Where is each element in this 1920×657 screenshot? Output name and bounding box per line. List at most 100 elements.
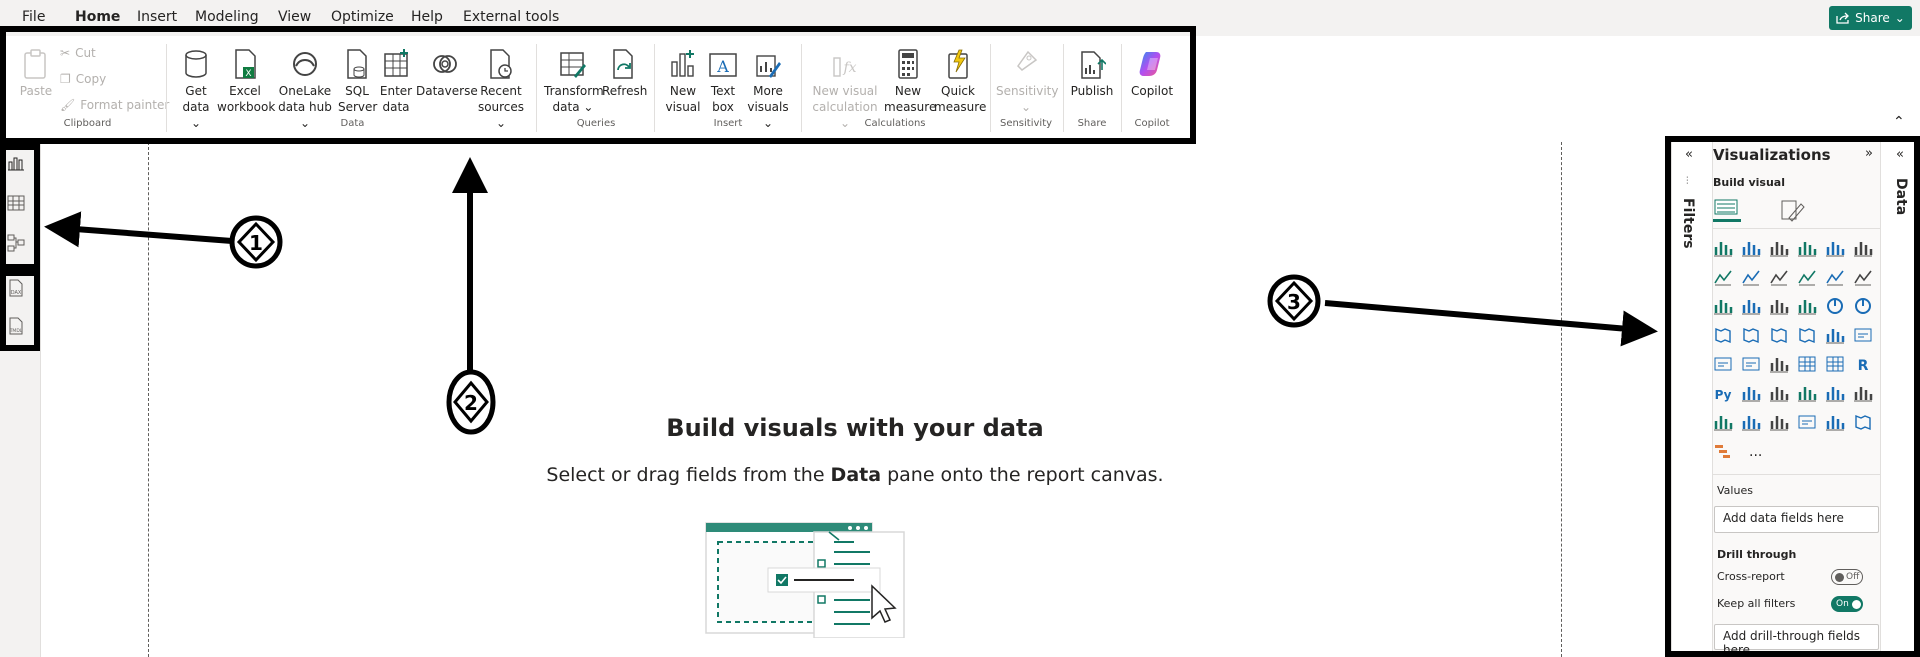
data-label[interactable]: Data <box>1893 178 1909 215</box>
stacked-area-chart-icon[interactable] <box>1769 267 1789 287</box>
line-chart-icon[interactable] <box>1713 267 1733 287</box>
waterfall-chart-icon[interactable] <box>1741 296 1761 316</box>
python-visual-icon[interactable]: Py <box>1713 383 1733 403</box>
gantt-chart-icon[interactable] <box>1713 441 1733 461</box>
decomposition-tree-icon[interactable] <box>1769 383 1789 403</box>
treemap-icon[interactable] <box>1713 325 1733 345</box>
data-pane[interactable]: « Data <box>1880 138 1920 657</box>
collapse-ribbon-icon[interactable]: ⌃ <box>1893 114 1905 130</box>
more-visuals-ellipsis[interactable]: ... <box>1749 444 1762 460</box>
multi-row-card-icon[interactable] <box>1713 354 1733 374</box>
dataverse-button[interactable]: Dataverse <box>416 48 478 99</box>
azure-map-icon[interactable] <box>1797 325 1817 345</box>
build-visual-tab-icon[interactable] <box>1713 198 1741 222</box>
paste-button[interactable]: Paste <box>18 48 54 99</box>
quick-measure-button[interactable]: Quick measure <box>934 48 986 115</box>
paginated-report-icon[interactable] <box>1713 412 1733 432</box>
kpi-icon[interactable] <box>1741 354 1761 374</box>
toggle-knob <box>1835 572 1844 582</box>
table-view-icon[interactable] <box>7 195 25 211</box>
r-visual-icon[interactable]: R <box>1853 354 1873 374</box>
gauge-icon[interactable] <box>1825 325 1845 345</box>
key-influencers-icon[interactable] <box>1741 383 1761 403</box>
100-stacked-bar-chart-icon[interactable] <box>1825 238 1845 258</box>
canvas-left-boundary <box>148 142 149 657</box>
publish-button[interactable]: Publish <box>1069 48 1115 99</box>
map-icon[interactable] <box>1741 325 1761 345</box>
smart-narrative-icon[interactable] <box>1825 383 1845 403</box>
collapse-filters-icon[interactable]: « <box>1685 147 1693 162</box>
new-measure-button[interactable]: New measure <box>884 48 936 115</box>
funnel-chart-icon[interactable] <box>1769 296 1789 316</box>
get-data-button[interactable]: Get data ⌄ <box>176 48 216 131</box>
ribbon-separator <box>990 44 991 132</box>
stacked-column-chart-icon[interactable] <box>1741 238 1761 258</box>
menu-modeling[interactable]: Modeling <box>195 9 259 25</box>
card-new-icon[interactable] <box>1797 412 1817 432</box>
format-painter-button[interactable]: 🖌 Format painter <box>60 98 169 112</box>
publish-icon <box>1081 51 1106 79</box>
copilot-button[interactable]: Copilot <box>1127 48 1177 99</box>
report-view-icon[interactable] <box>7 155 25 171</box>
power-automate-icon[interactable] <box>1769 412 1789 432</box>
recent-sources-button[interactable]: Recent sources ⌄ <box>474 48 528 131</box>
slicer-icon[interactable] <box>1769 354 1789 374</box>
excel-label-1: Excel <box>229 84 261 98</box>
menu-optimize[interactable]: Optimize <box>331 9 394 25</box>
drill-through-field-well[interactable]: Add drill-through fields here <box>1714 624 1879 657</box>
keep-all-filters-toggle[interactable]: On <box>1831 596 1863 612</box>
menu-file[interactable]: File <box>22 9 45 25</box>
transform-data-button[interactable]: Transform data ⌄ <box>544 48 604 115</box>
area-chart-icon[interactable] <box>1741 267 1761 287</box>
copy-button[interactable]: ❐ Copy <box>60 72 106 86</box>
metrics-icon[interactable] <box>1853 383 1873 403</box>
menu-home[interactable]: Home <box>75 9 121 32</box>
group-label-insert: Insert <box>713 118 743 129</box>
power-apps-icon[interactable] <box>1741 412 1761 432</box>
menu-help[interactable]: Help <box>411 9 443 25</box>
cross-report-toggle[interactable]: Off <box>1831 569 1863 585</box>
share-label: Share <box>1855 11 1890 25</box>
values-field-well[interactable]: Add data fields here <box>1714 506 1879 533</box>
100-stacked-area-chart-icon[interactable] <box>1797 267 1817 287</box>
scatter-chart-icon[interactable] <box>1797 296 1817 316</box>
expand-data-icon[interactable]: « <box>1896 147 1904 162</box>
pie-chart-icon[interactable] <box>1825 296 1845 316</box>
button-slicer-icon[interactable] <box>1825 412 1845 432</box>
arcgis-map-icon[interactable] <box>1853 412 1873 432</box>
new-visual-button[interactable]: New visual <box>663 48 703 115</box>
line-and-clustered-column-icon[interactable] <box>1853 267 1873 287</box>
expand-visualizations-icon[interactable]: » <box>1865 146 1873 161</box>
table-icon[interactable] <box>1797 354 1817 374</box>
format-visual-tab-icon[interactable] <box>1779 198 1805 222</box>
card-icon[interactable] <box>1853 325 1873 345</box>
tmdl-icon[interactable]: TMDL <box>6 316 26 336</box>
sql-server-button[interactable]: SQL Server <box>338 48 377 115</box>
model-view-icon[interactable] <box>7 234 25 252</box>
qa-icon[interactable] <box>1797 383 1817 403</box>
excel-workbook-button[interactable]: X Excel workbook <box>217 48 275 115</box>
filled-map-icon[interactable] <box>1769 325 1789 345</box>
stacked-bar-chart-icon[interactable] <box>1713 238 1733 258</box>
sensitivity-button[interactable]: Sensitivity ⌄ <box>996 48 1058 115</box>
matrix-icon[interactable] <box>1825 354 1845 374</box>
menu-external-tools[interactable]: External tools <box>463 9 559 25</box>
ribbon-chart-icon[interactable] <box>1713 296 1733 316</box>
filters-label[interactable]: Filters <box>1680 198 1696 249</box>
filters-pane[interactable]: « ⫶ Filters <box>1671 138 1713 657</box>
menu-view[interactable]: View <box>278 9 311 25</box>
clustered-bar-chart-icon[interactable] <box>1769 238 1789 258</box>
menu-insert[interactable]: Insert <box>137 9 177 25</box>
100-stacked-column-chart-icon[interactable] <box>1853 238 1873 258</box>
paste-icon <box>24 49 46 79</box>
line-and-column-chart-icon[interactable] <box>1825 267 1845 287</box>
clustered-column-chart-icon[interactable] <box>1797 238 1817 258</box>
donut-chart-icon[interactable] <box>1853 296 1873 316</box>
text-box-button[interactable]: A Text box <box>705 48 741 115</box>
enter-data-button[interactable]: Enter data <box>378 48 414 115</box>
dax-query-icon[interactable]: DAX <box>6 278 26 298</box>
share-button[interactable]: Share ⌄ <box>1829 6 1912 30</box>
database-icon <box>185 50 207 78</box>
cut-button[interactable]: ✂ Cut <box>60 46 96 60</box>
refresh-button[interactable]: Refresh <box>602 48 647 99</box>
